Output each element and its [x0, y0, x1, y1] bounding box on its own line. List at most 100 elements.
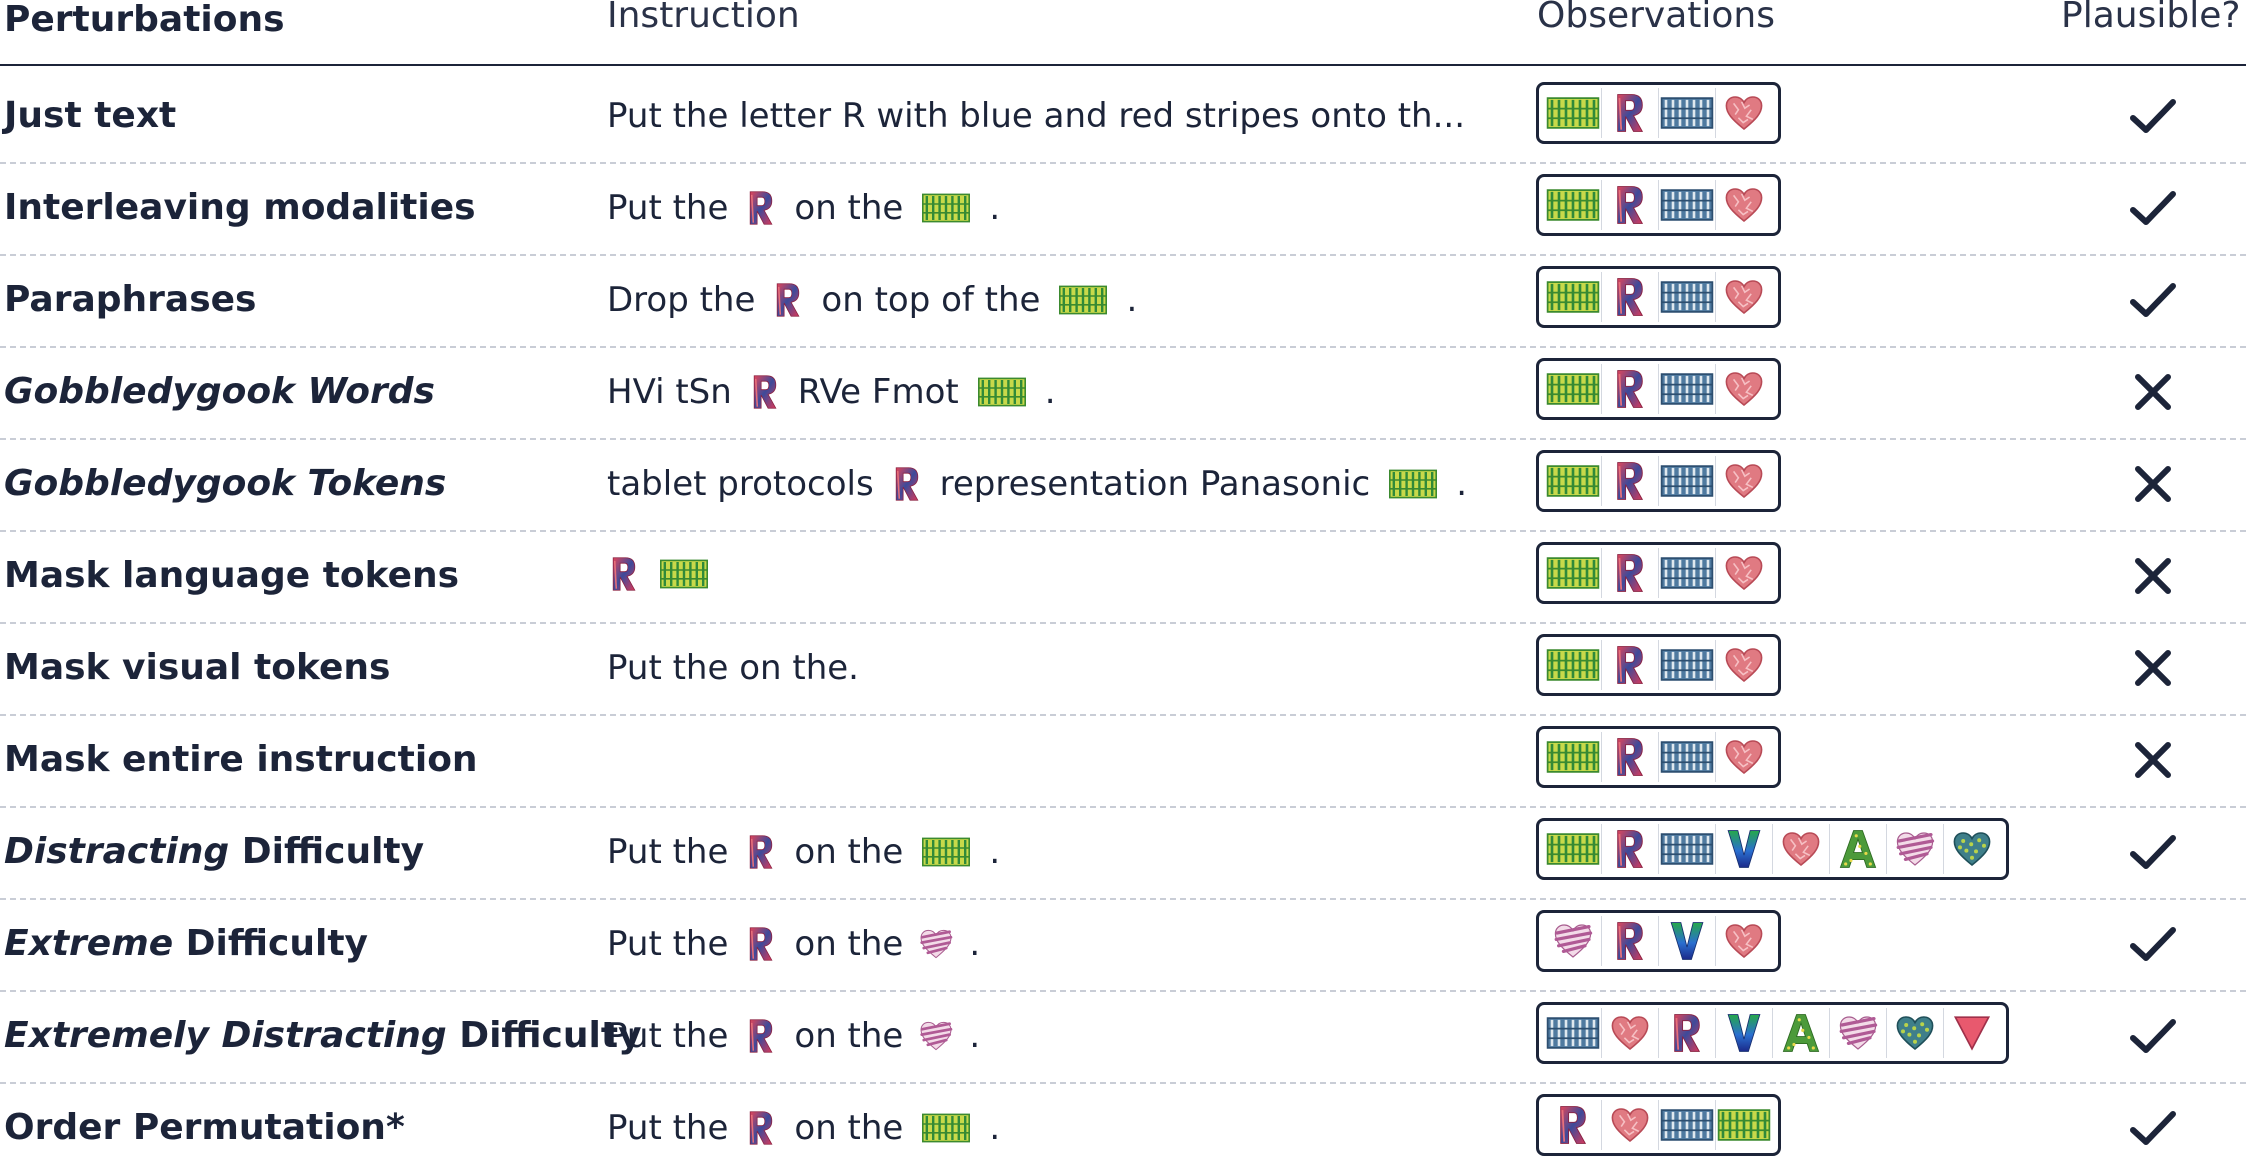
- perturbation-label-part: Just text: [4, 95, 177, 136]
- letter-r-blue-red-stripes-icon: [1601, 640, 1658, 690]
- teal-dotted-heart-icon: [1943, 824, 2000, 874]
- table-row: Gobbledygook Words HVi tSn RVe Fmot.: [0, 348, 2246, 440]
- perturbation-label-part: Gobbledygook Words: [4, 371, 435, 412]
- observations-strip: [1536, 266, 1781, 328]
- instruction-text: Put the: [607, 924, 729, 964]
- red-textured-heart-icon: [1715, 732, 1772, 782]
- perturbation-label-part: Mask visual tokens: [4, 647, 391, 688]
- perturbation-label-part: Distracting: [4, 831, 230, 872]
- instruction-text: .: [969, 924, 981, 964]
- red-textured-heart-icon: [1715, 916, 1772, 966]
- check-icon: [2128, 830, 2178, 874]
- instruction-text: Put the: [607, 832, 729, 872]
- letter-r-blue-red-stripes-icon: [744, 1016, 778, 1056]
- table-row: Mask visual tokens Put the on the.: [0, 624, 2246, 716]
- green-yellow-grid-frame-icon: [1545, 548, 1601, 598]
- instruction-text: Drop the: [607, 280, 756, 320]
- perturbation-label: Mask entire instruction: [4, 738, 478, 782]
- instruction-text: Put the on the.: [607, 648, 859, 688]
- red-textured-heart-icon: [1715, 456, 1772, 506]
- instruction-text: on the: [794, 1108, 904, 1148]
- green-yellow-grid-frame-icon: [1545, 180, 1601, 230]
- purple-striped-heart-icon: [1545, 916, 1601, 966]
- instruction-text: Put the letter R with blue and red strip…: [607, 96, 1466, 136]
- green-yellow-grid-frame-icon: [1386, 464, 1440, 504]
- green-yellow-grid-frame-icon: [657, 554, 711, 594]
- perturbation-label-part: Order Permutation*: [4, 1107, 405, 1148]
- blue-grid-frame-icon: [1545, 1008, 1601, 1058]
- check-icon: [2128, 94, 2178, 138]
- letter-r-blue-red-stripes-icon: [1601, 456, 1658, 506]
- header-plausible: Plausible?: [2061, 0, 2241, 36]
- letter-r-blue-red-stripes-icon: [1601, 824, 1658, 874]
- letter-r-blue-red-stripes-icon: [890, 464, 924, 504]
- red-textured-heart-icon: [1601, 1100, 1658, 1150]
- observations-strip: [1536, 1094, 1781, 1156]
- red-textured-heart-icon: [1601, 1008, 1658, 1058]
- purple-striped-heart-icon: [1829, 1008, 1886, 1058]
- instruction-cell: Put the on the.: [607, 1106, 1000, 1150]
- instruction-text: on the: [794, 924, 904, 964]
- instruction-text: .: [989, 1108, 1001, 1148]
- teal-dotted-heart-icon: [1886, 1008, 1943, 1058]
- letter-r-blue-red-stripes-icon: [771, 280, 805, 320]
- letter-r-blue-red-stripes-icon: [1658, 1008, 1715, 1058]
- table-row: Distracting Difficulty Put the on the.: [0, 808, 2246, 900]
- purple-striped-heart-icon: [1886, 824, 1943, 874]
- green-yellow-grid-frame-icon: [975, 372, 1029, 412]
- table-row: Mask entire instruction: [0, 716, 2246, 808]
- perturbation-label-part: Interleaving modalities: [4, 187, 476, 228]
- instruction-text: Put the: [607, 1016, 729, 1056]
- red-textured-heart-icon: [1715, 548, 1772, 598]
- letter-r-blue-red-stripes-icon: [1545, 1100, 1601, 1150]
- purple-striped-heart-icon: [919, 1016, 953, 1056]
- check-icon: [2128, 278, 2178, 322]
- perturbation-label-part: Extremely Distracting: [4, 1015, 447, 1056]
- instruction-cell: HVi tSn RVe Fmot.: [607, 370, 1056, 414]
- letter-r-blue-red-stripes-icon: [607, 554, 641, 594]
- red-textured-heart-icon: [1715, 640, 1772, 690]
- header-perturbations: Perturbations: [4, 0, 285, 40]
- red-textured-heart-icon: [1715, 88, 1772, 138]
- letter-r-blue-red-stripes-icon: [748, 372, 782, 412]
- pink-triangle-icon: [1943, 1008, 2000, 1058]
- green-yellow-grid-frame-icon: [919, 1108, 973, 1148]
- instruction-text: HVi tSn: [607, 372, 732, 412]
- perturbation-label: Distracting Difficulty: [4, 830, 424, 874]
- blue-grid-frame-icon: [1658, 640, 1715, 690]
- letter-a-green-dotted-icon: [1829, 824, 1886, 874]
- red-textured-heart-icon: [1715, 180, 1772, 230]
- observations-strip: [1536, 726, 1781, 788]
- perturbation-label: Just text: [4, 94, 176, 138]
- perturbation-label: Interleaving modalities: [4, 186, 476, 230]
- perturbation-label: Order Permutation*: [4, 1106, 405, 1150]
- perturbation-label-part: Extreme: [4, 923, 174, 964]
- check-icon: [2128, 1106, 2178, 1150]
- header-instruction: Instruction: [607, 0, 800, 36]
- letter-r-blue-red-stripes-icon: [1601, 732, 1658, 782]
- perturbation-label: Gobbledygook Words: [4, 370, 435, 414]
- table-row: Order Permutation* Put the on the.: [0, 1084, 2246, 1176]
- cross-icon: [2128, 462, 2178, 506]
- observations-strip: [1536, 542, 1781, 604]
- observations-strip: [1536, 1002, 2009, 1064]
- red-textured-heart-icon: [1715, 272, 1772, 322]
- green-yellow-grid-frame-icon: [1056, 280, 1110, 320]
- letter-r-blue-red-stripes-icon: [744, 188, 778, 228]
- green-yellow-grid-frame-icon: [1715, 1100, 1772, 1150]
- green-yellow-grid-frame-icon: [1545, 88, 1601, 138]
- cross-icon: [2128, 738, 2178, 782]
- green-yellow-grid-frame-icon: [1545, 824, 1601, 874]
- letter-r-blue-red-stripes-icon: [1601, 272, 1658, 322]
- instruction-cell: Put the letter R with blue and red strip…: [607, 94, 1465, 138]
- blue-grid-frame-icon: [1658, 364, 1715, 414]
- letter-r-blue-red-stripes-icon: [744, 924, 778, 964]
- instruction-cell: Drop the on top of the.: [607, 278, 1137, 322]
- instruction-cell: [607, 554, 711, 594]
- letter-a-green-dotted-icon: [1772, 1008, 1829, 1058]
- instruction-cell: Put the on the .: [607, 922, 980, 966]
- blue-grid-frame-icon: [1658, 548, 1715, 598]
- table-row: Extreme Difficulty Put the on the .: [0, 900, 2246, 992]
- perturbation-label: Paraphrases: [4, 278, 256, 322]
- blue-grid-frame-icon: [1658, 88, 1715, 138]
